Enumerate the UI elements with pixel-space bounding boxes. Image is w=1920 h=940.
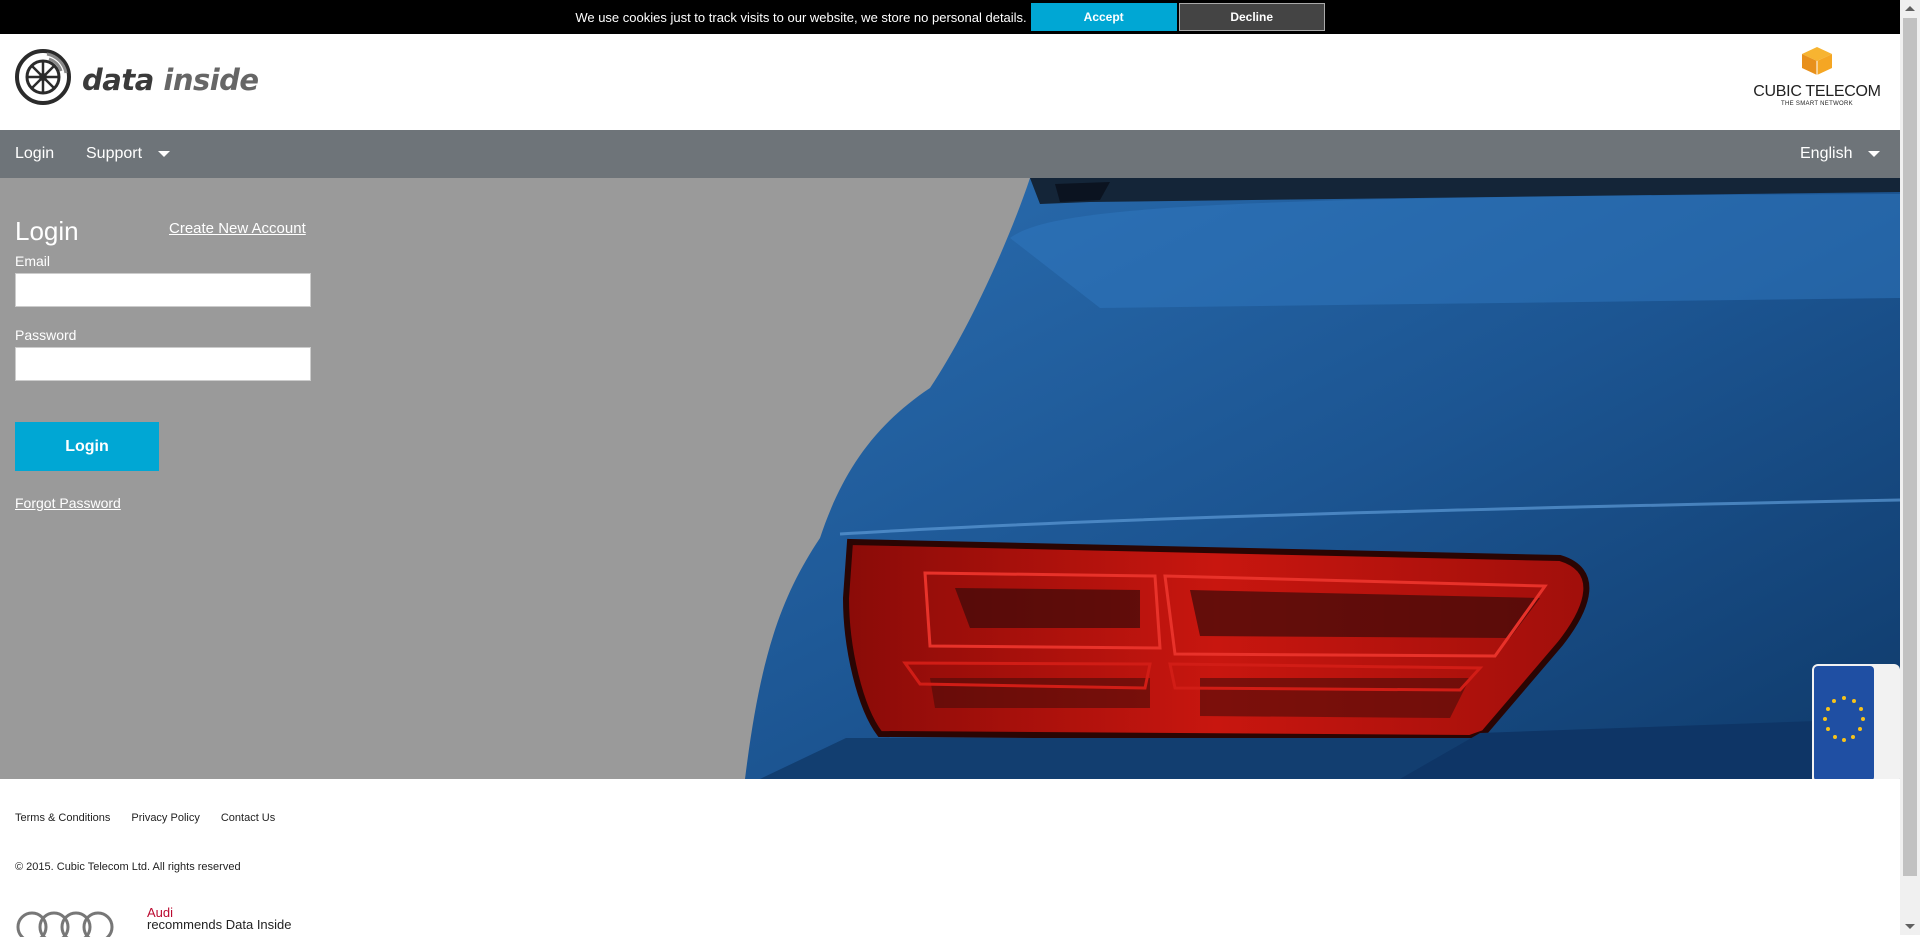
- scroll-down-arrow-icon[interactable]: [1905, 924, 1915, 929]
- site-header: data inside CUBIC TELECOM THE SMART NETW…: [0, 34, 1900, 130]
- create-account-link[interactable]: Create New Account: [169, 220, 306, 237]
- brand-word-inside: inside: [163, 62, 259, 97]
- nav-support-dropdown[interactable]: Support: [86, 145, 171, 163]
- audi-rings-icon: [15, 907, 115, 940]
- language-selector[interactable]: English: [1800, 145, 1881, 163]
- email-field[interactable]: [15, 273, 311, 307]
- car-taillight-image: [745, 178, 1900, 779]
- cookie-banner: We use cookies just to track visits to o…: [0, 0, 1900, 34]
- scroll-up-arrow-icon[interactable]: [1905, 6, 1915, 11]
- audi-recommendation: Audi recommends Data Inside: [15, 906, 292, 940]
- cube-icon: [1800, 47, 1834, 80]
- nav-login[interactable]: Login: [15, 145, 54, 163]
- nav-login-label: Login: [15, 145, 55, 162]
- site-footer: Terms & Conditions Privacy Policy Contac…: [0, 779, 1900, 940]
- footer-links: Terms & Conditions Privacy Policy Contac…: [15, 812, 275, 824]
- hero-section: Login Create New Account Email Password …: [0, 178, 1900, 779]
- partner-tagline: THE SMART NETWORK: [1781, 101, 1853, 107]
- password-label: Password: [15, 327, 77, 343]
- forgot-password-link[interactable]: Forgot Password: [15, 495, 121, 511]
- page-scrollbar[interactable]: [1900, 0, 1920, 935]
- chevron-down-icon: [158, 151, 171, 157]
- nav-support-label: Support: [86, 145, 143, 162]
- partner-logo[interactable]: CUBIC TELECOM THE SMART NETWORK: [1752, 46, 1882, 107]
- login-title: Login: [15, 216, 79, 246]
- audi-recommend-text: recommends Data Inside: [147, 917, 292, 932]
- accept-cookies-button[interactable]: Accept: [1030, 3, 1177, 31]
- email-label: Email: [15, 253, 51, 269]
- main-nav: Login Support English: [0, 130, 1900, 178]
- partner-name: CUBIC TELECOM: [1753, 83, 1881, 100]
- decline-cookies-button[interactable]: Decline: [1178, 3, 1325, 31]
- copyright: © 2015. Cubic Telecom Ltd. All rights re…: [15, 861, 241, 873]
- privacy-link[interactable]: Privacy Policy: [131, 812, 199, 824]
- scroll-thumb[interactable]: [1903, 18, 1917, 876]
- terms-link[interactable]: Terms & Conditions: [15, 812, 110, 824]
- language-label: English: [1800, 145, 1853, 162]
- contact-link[interactable]: Contact Us: [221, 812, 275, 824]
- brand-name: data inside: [82, 63, 259, 97]
- wheel-logo-icon: [14, 48, 72, 111]
- login-button[interactable]: Login: [15, 422, 159, 471]
- chevron-down-icon: [1868, 151, 1881, 157]
- cookie-message: We use cookies just to track visits to o…: [575, 9, 1027, 25]
- password-field[interactable]: [15, 347, 311, 381]
- brand-word-data: data: [82, 62, 154, 97]
- brand-logo[interactable]: data inside: [14, 48, 259, 111]
